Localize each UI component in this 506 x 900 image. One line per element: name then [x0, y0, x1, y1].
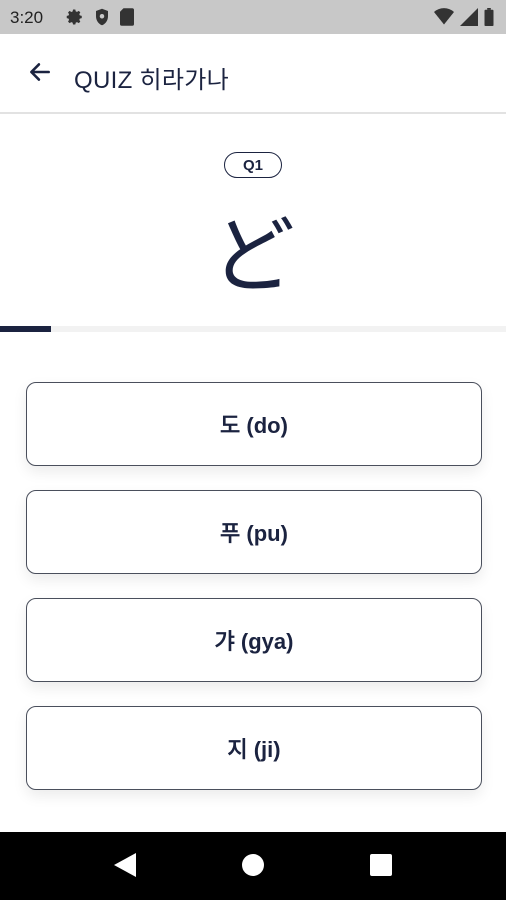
- progress-bar: [0, 326, 506, 332]
- answer-option-4[interactable]: 지 (ji): [26, 706, 482, 790]
- shield-icon: [94, 8, 110, 31]
- progress-fill: [0, 326, 51, 332]
- status-time: 3:20: [10, 8, 44, 27]
- question-number-badge: Q1: [224, 152, 282, 178]
- back-button[interactable]: [20, 56, 60, 92]
- answer-option-1[interactable]: 도 (do): [26, 382, 482, 466]
- signal-icon: [460, 8, 478, 31]
- home-circle-icon: [241, 853, 265, 882]
- status-icons-left: [66, 8, 134, 31]
- status-icons-right: [434, 8, 494, 31]
- nav-recents-button[interactable]: [366, 852, 396, 882]
- sd-card-icon: [120, 8, 134, 31]
- answer-label: 지 (ji): [227, 737, 281, 762]
- arrow-left-icon: [27, 59, 53, 90]
- answer-label: 푸 (pu): [220, 521, 288, 546]
- system-nav-bar: [0, 832, 506, 900]
- nav-home-button[interactable]: [238, 852, 268, 882]
- back-triangle-icon: [114, 852, 136, 882]
- app-bar: QUIZ 히라가나: [0, 34, 506, 114]
- question-character: ど: [210, 207, 295, 305]
- status-bar: 3:20: [0, 0, 506, 34]
- wifi-icon: [434, 8, 454, 31]
- answer-list: 도 (do) 푸 (pu) 갸 (gya) 지 (ji): [26, 382, 482, 814]
- answer-option-3[interactable]: 갸 (gya): [26, 598, 482, 682]
- answer-label: 도 (do): [220, 413, 288, 438]
- battery-icon: [484, 8, 494, 31]
- gear-icon: [66, 8, 84, 31]
- answer-label: 갸 (gya): [214, 629, 294, 654]
- recents-square-icon: [370, 853, 392, 881]
- nav-back-button[interactable]: [110, 852, 140, 882]
- page-title: QUIZ 히라가나: [74, 67, 230, 94]
- answer-option-2[interactable]: 푸 (pu): [26, 490, 482, 574]
